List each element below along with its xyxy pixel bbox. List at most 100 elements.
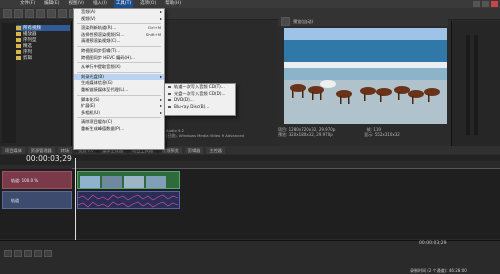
video-track-level: 轨道: 100.0 %: [11, 178, 39, 183]
explorer-pane: 所有视频 播放器 序列型 精选 序列 剪辑: [0, 21, 72, 146]
maximize-button[interactable]: [482, 1, 489, 7]
timeline-ruler[interactable]: [72, 161, 500, 169]
preview-frame-image: [284, 28, 447, 124]
menu-6[interactable]: 帮助(H): [163, 0, 183, 8]
tools-menu-item[interactable]: 跨视图同步 HEVC 编码(H)...: [74, 55, 164, 62]
pause-button[interactable]: [34, 250, 42, 257]
disc-icon: [168, 99, 171, 102]
properties-info: Audio 9.2 (已创), Windows Media Video 9 Ad…: [166, 128, 278, 138]
folder-item[interactable]: 剪辑: [16, 55, 70, 61]
menu-item-label: 清除项目缓存(C): [81, 119, 113, 125]
folder-tree[interactable]: [2, 23, 16, 143]
close-button[interactable]: [491, 1, 498, 7]
video-track-header[interactable]: 轨道: 100.0 %: [2, 171, 72, 189]
dock-tab[interactable]: 项目媒体: [2, 146, 25, 154]
menu-5[interactable]: 选项(O): [138, 0, 158, 8]
disc-icon: [168, 92, 171, 95]
audio-track-header[interactable]: 轨道: [2, 191, 72, 209]
folder-icon: [16, 26, 21, 30]
menu-separator: [77, 94, 161, 96]
bottom-timecode: 00:00:03;29: [419, 241, 447, 246]
toolbar-button-icon[interactable]: [25, 9, 34, 18]
toolbar-button-icon[interactable]: [3, 9, 12, 18]
menu-item-label: 重新链接媒体至代理(L)...: [81, 86, 129, 92]
preview-settings-icon[interactable]: [281, 17, 290, 26]
submenu-item-label: 轨道一次写入音频 CD(T)...: [174, 84, 225, 89]
folder-icon: [16, 32, 21, 36]
menu-item-shortcut: Ctrl+M: [147, 25, 161, 31]
menu-separator: [77, 62, 161, 64]
burn-submenu-item[interactable]: 轨道一次写入音频 CD(T)...: [165, 84, 235, 91]
menu-3[interactable]: 插入(I): [91, 0, 109, 8]
display-value: 552x310x32: [374, 132, 400, 137]
preview-mode[interactable]: 预览(自动): [293, 19, 313, 25]
video-clip[interactable]: [77, 171, 180, 189]
loop-button[interactable]: [14, 250, 22, 257]
preview-info: 项目: 1280x720x32, 29.970p 帧: 119 预览: 320x…: [278, 127, 448, 137]
menu-item-label: 多相机(U): [81, 109, 100, 115]
burn-disc-submenu: 轨道一次写入音频 CD(T)... 光盘一次写入音频 CD(D)... DVD(D)…: [164, 83, 236, 116]
submenu-item-label: Blu-ray Disc(B)...: [174, 103, 210, 109]
tools-menu-item[interactable]: 重新生成峰值数据(P)...: [74, 126, 164, 133]
menu-item-label: 视频(V): [81, 15, 96, 21]
menu-item-label: 生成媒体信息(G): [81, 80, 113, 86]
audio-waveform: [78, 194, 179, 208]
menu-item-label: 清理预渲染视频(C)...: [81, 38, 121, 44]
burn-submenu-item[interactable]: DVD(D)...: [165, 97, 235, 104]
menu-item-label: 跨视图同步 HEVC 编码(H)...: [81, 54, 135, 60]
toolbar-button-icon[interactable]: [14, 9, 23, 18]
submenu-item-label: DVD(D)...: [174, 97, 194, 103]
play-button[interactable]: [24, 250, 32, 257]
preview-value: 320x180x32, 29.970p: [288, 132, 333, 137]
toolbar-button-icon[interactable]: [36, 9, 45, 18]
tools-menu-item[interactable]: 生成媒体信息(G): [74, 80, 164, 87]
timecode-display: 00:00:03;29: [26, 154, 72, 163]
tools-menu-item[interactable]: 重新链接媒体至代理(L)...: [74, 87, 164, 94]
menu-item-label: 从单行中提取音频(X): [81, 64, 121, 70]
dock-tab[interactable]: 转场: [57, 146, 73, 154]
menu-item-shortcut: Shift+M: [145, 31, 161, 37]
master-bus-pane: [451, 21, 500, 146]
tools-menu-item[interactable]: 清除项目缓存(C): [74, 119, 164, 126]
submenu-item-label: 光盘一次写入音频 CD(D)...: [174, 90, 226, 96]
tools-menu-item[interactable]: 跨视图同步剪辑(T)...: [74, 48, 164, 55]
toolbar-button-icon[interactable]: [58, 9, 67, 18]
tools-menu-item[interactable]: 视频(V): [74, 16, 164, 23]
tools-menu-item[interactable]: 清理预渲染视频(C)...: [74, 38, 164, 45]
menu-item-label: 跨视图同步剪辑(T)...: [81, 47, 121, 53]
tools-menu-item[interactable]: 扩展(E): [74, 103, 164, 110]
properties-line-2: (已创), Windows Media Video 9 Advanced: [166, 133, 244, 138]
display-label: 显示:: [364, 132, 374, 137]
menu-item-label: 音频(A): [81, 9, 96, 14]
tools-menu-item[interactable]: 从单行中提取音频(X): [74, 64, 164, 71]
audio-track-label: 轨道: [11, 198, 19, 203]
disc-icon: [168, 106, 171, 109]
menu-4[interactable]: 工具(T): [113, 0, 134, 8]
menu-2[interactable]: 视图(V): [66, 0, 86, 8]
dock-tab[interactable]: 剪辑器: [184, 146, 204, 154]
minimize-button[interactable]: [473, 1, 480, 7]
tools-menu-item[interactable]: 音频(A): [74, 9, 164, 16]
folder-icon: [16, 38, 21, 42]
tools-menu-item[interactable]: 渲染到新轨道(R)... Ctrl+M: [74, 25, 164, 32]
playhead[interactable]: [75, 158, 76, 240]
folder-list: 所有视频 播放器 序列型 精选 序列 剪辑: [16, 25, 70, 61]
menu-item-label: 扩展(E): [81, 103, 96, 109]
toolbar-button-icon[interactable]: [47, 9, 56, 18]
folder-label: 剪辑: [23, 56, 32, 61]
audio-clip[interactable]: [77, 191, 180, 209]
record-button[interactable]: [4, 250, 12, 257]
tools-menu-item[interactable]: 多相机(U): [74, 110, 164, 117]
dock-tab[interactable]: 主控器: [206, 146, 225, 154]
menu-1[interactable]: 编辑(E): [42, 0, 61, 8]
dock-tab[interactable]: 资源管理器: [27, 146, 55, 154]
menu-0[interactable]: 文件(F): [18, 0, 37, 8]
preview-label: 预览:: [278, 132, 288, 137]
record-time-status: 录制时间 (2 个通道): 46:28:00: [410, 268, 467, 273]
menu-separator: [77, 45, 161, 47]
burn-submenu-item[interactable]: Blu-ray Disc(B)...: [165, 104, 235, 111]
stop-button[interactable]: [44, 250, 52, 257]
disc-icon: [168, 86, 171, 89]
menubar: 文件(F) 编辑(E) 视图(V) 插入(I) 工具(T) 选项(O) 帮助(H): [0, 0, 500, 8]
burn-submenu-item[interactable]: 光盘一次写入音频 CD(D)...: [165, 91, 235, 98]
